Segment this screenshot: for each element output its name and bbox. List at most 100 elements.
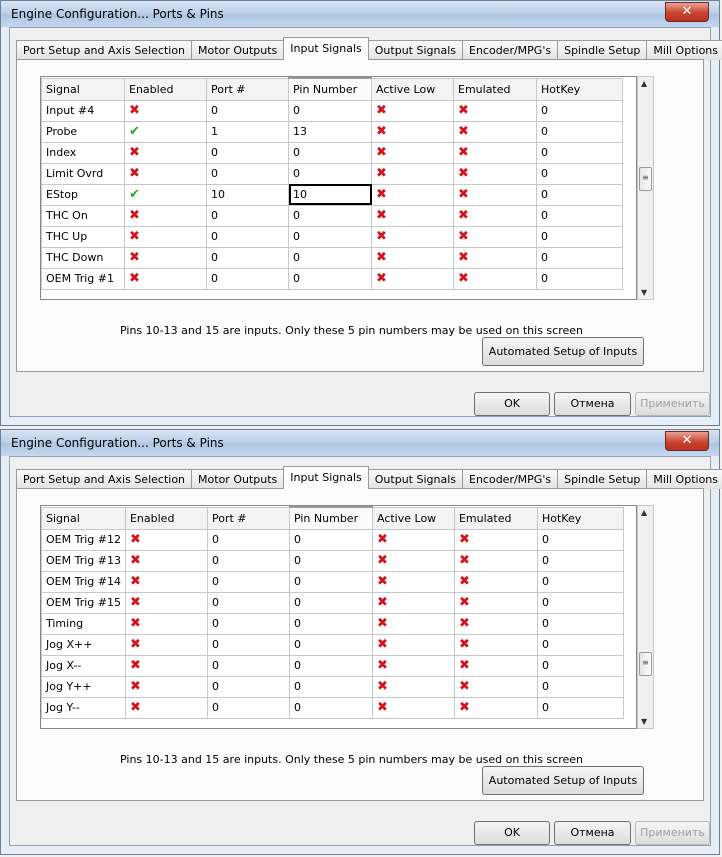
table-row[interactable]: THC Down ✖ 0 0 ✖ ✖ 0 [41,246,623,269]
pin-number-cell[interactable]: 0 [288,225,372,248]
signal-cell[interactable]: EStop [41,183,125,206]
pin-number-cell[interactable]: 0 [288,141,372,164]
table-row[interactable]: OEM Trig #12 ✖ 0 0 ✖ ✖ 0 [41,528,624,551]
pin-number-cell[interactable]: 0 [288,675,373,698]
col-hotkey[interactable]: HotKey [536,506,624,530]
hotkey-cell[interactable]: 0 [536,528,624,551]
active-low-cell[interactable]: ✖ [371,570,455,593]
signal-cell[interactable]: OEM Trig #15 [41,591,126,614]
port-cell[interactable]: 0 [206,204,289,227]
scroll-up-icon[interactable]: ▲ [641,79,647,88]
signal-cell[interactable]: Limit Ovrd [41,162,125,185]
signal-cell[interactable]: Index [41,141,125,164]
active-low-cell[interactable]: ✖ [371,99,454,122]
hotkey-cell[interactable]: 0 [536,225,623,248]
tab-output-signals[interactable]: Output Signals [367,469,463,489]
hotkey-cell[interactable]: 0 [536,654,624,677]
active-low-cell[interactable]: ✖ [371,162,454,185]
col-pin-number[interactable]: Pin Number [288,77,372,101]
title-bar[interactable]: Engine Configuration... Ports & Pins ✕ [1,430,719,456]
port-cell[interactable]: 0 [206,267,289,290]
active-low-cell[interactable]: ✖ [371,612,455,635]
table-row[interactable]: Jog X-- ✖ 0 0 ✖ ✖ 0 [41,654,624,677]
table-row[interactable]: THC Up ✖ 0 0 ✖ ✖ 0 [41,225,623,248]
col-enabled[interactable]: Enabled [124,77,207,101]
pin-number-cell[interactable]: 13 [288,120,372,143]
emulated-cell[interactable]: ✖ [453,591,538,614]
active-low-cell[interactable]: ✖ [371,246,454,269]
port-cell[interactable]: 0 [206,225,289,248]
tab-motor-outputs[interactable]: Motor Outputs [191,469,285,489]
vertical-scrollbar[interactable]: ▲ ≡ ▼ [637,76,654,300]
signal-cell[interactable]: Probe [41,120,125,143]
port-cell[interactable]: 0 [206,549,290,572]
pin-number-cell[interactable]: 0 [288,696,373,719]
pin-number-cell[interactable]: 0 [288,633,373,656]
emulated-cell[interactable]: ✖ [453,549,538,572]
table-row[interactable]: Input #4 ✖ 0 0 ✖ ✖ 0 [41,99,623,122]
tab-output-signals[interactable]: Output Signals [367,40,463,60]
port-cell[interactable]: 1 [206,120,289,143]
enabled-cell[interactable]: ✖ [124,654,208,677]
tab-mill-options[interactable]: Mill Options [646,40,722,60]
emulated-cell[interactable]: ✖ [453,675,538,698]
active-low-cell[interactable]: ✖ [371,141,454,164]
hotkey-cell[interactable]: 0 [536,141,623,164]
emulated-cell[interactable]: ✖ [453,570,538,593]
cancel-button[interactable]: Отмена [554,821,631,845]
emulated-cell[interactable]: ✖ [453,162,537,185]
emulated-cell[interactable]: ✖ [453,246,537,269]
active-low-cell[interactable]: ✖ [371,591,455,614]
pin-number-cell[interactable]: 0 [288,99,372,122]
enabled-cell[interactable]: ✔ [124,183,207,206]
active-low-cell[interactable]: ✖ [371,120,454,143]
automated-setup-button[interactable]: Automated Setup of Inputs [482,337,644,366]
tab-spindle-setup[interactable]: Spindle Setup [557,40,648,60]
signals-grid[interactable]: Signal Enabled Port # Pin Number Active … [40,76,637,300]
active-low-cell[interactable]: ✖ [371,654,455,677]
hotkey-cell[interactable]: 0 [536,612,624,635]
automated-setup-button[interactable]: Automated Setup of Inputs [482,766,644,795]
enabled-cell[interactable]: ✖ [124,141,207,164]
enabled-cell[interactable]: ✖ [124,549,208,572]
hotkey-cell[interactable]: 0 [536,267,623,290]
hotkey-cell[interactable]: 0 [536,633,624,656]
emulated-cell[interactable]: ✖ [453,267,537,290]
tab-input-signals[interactable]: Input Signals [283,466,369,489]
active-low-cell[interactable]: ✖ [371,633,455,656]
enabled-cell[interactable]: ✖ [124,246,207,269]
vertical-scrollbar[interactable]: ▲ ≡ ▼ [637,505,654,729]
col-hotkey[interactable]: HotKey [536,77,623,101]
emulated-cell[interactable]: ✖ [453,612,538,635]
table-row[interactable]: OEM Trig #15 ✖ 0 0 ✖ ✖ 0 [41,591,624,614]
emulated-cell[interactable]: ✖ [453,204,537,227]
signal-cell[interactable]: Jog X++ [41,633,126,656]
pin-number-cell[interactable]: 0 [288,204,372,227]
table-row[interactable]: Jog X++ ✖ 0 0 ✖ ✖ 0 [41,633,624,656]
tab-port-setup[interactable]: Port Setup and Axis Selection [16,40,193,60]
pin-number-cell[interactable]: 10 [288,183,372,206]
col-port[interactable]: Port # [206,506,290,530]
signals-grid[interactable]: Signal Enabled Port # Pin Number Active … [40,505,637,729]
scroll-up-icon[interactable]: ▲ [641,508,647,517]
tab-port-setup[interactable]: Port Setup and Axis Selection [16,469,193,489]
signal-cell[interactable]: Jog X-- [41,654,126,677]
port-cell[interactable]: 10 [206,183,289,206]
port-cell[interactable]: 0 [206,246,289,269]
port-cell[interactable]: 0 [206,696,290,719]
col-port[interactable]: Port # [206,77,289,101]
table-row[interactable]: OEM Trig #14 ✖ 0 0 ✖ ✖ 0 [41,570,624,593]
signal-cell[interactable]: THC On [41,204,125,227]
enabled-cell[interactable]: ✖ [124,204,207,227]
signal-cell[interactable]: OEM Trig #1 [41,267,125,290]
hotkey-cell[interactable]: 0 [536,675,624,698]
pin-number-cell[interactable]: 0 [288,246,372,269]
emulated-cell[interactable]: ✖ [453,528,538,551]
emulated-cell[interactable]: ✖ [453,141,537,164]
col-emulated[interactable]: Emulated [453,506,538,530]
tab-input-signals[interactable]: Input Signals [283,37,369,60]
ok-button[interactable]: OK [474,392,550,416]
table-row[interactable]: THC On ✖ 0 0 ✖ ✖ 0 [41,204,623,227]
signal-cell[interactable]: Input #4 [41,99,125,122]
enabled-cell[interactable]: ✖ [124,612,208,635]
